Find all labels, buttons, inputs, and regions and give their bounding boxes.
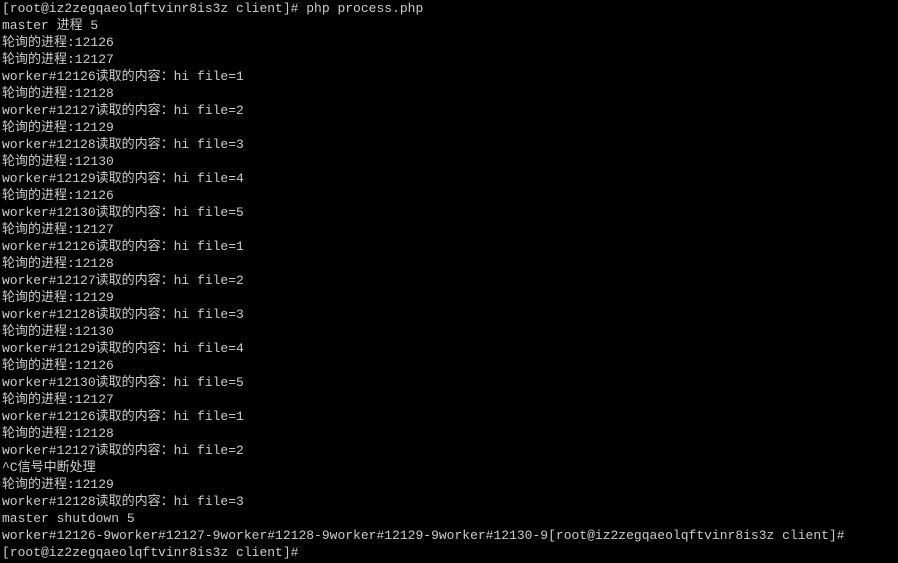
terminal-line: 轮询的进程:12128: [2, 86, 114, 101]
terminal-line: 轮询的进程:12127: [2, 52, 114, 67]
terminal-line: 轮询的进程:12129: [2, 120, 114, 135]
terminal-line: worker#12127读取的内容：hi file=2: [2, 443, 244, 458]
terminal-line: 轮询的进程:12130: [2, 324, 114, 339]
terminal-line: worker#12126读取的内容：hi file=1: [2, 239, 244, 254]
terminal-line: 轮询的进程:12130: [2, 154, 114, 169]
terminal-line: worker#12129读取的内容：hi file=4: [2, 341, 244, 356]
terminal-line: ^C信号中断处理: [2, 460, 96, 475]
terminal-line: worker#12126-9worker#12127-9worker#12128…: [2, 528, 845, 543]
terminal-line: 轮询的进程:12127: [2, 392, 114, 407]
terminal-line: 轮询的进程:12128: [2, 426, 114, 441]
terminal-line: master shutdown 5: [2, 511, 135, 526]
terminal-line: worker#12126读取的内容：hi file=1: [2, 69, 244, 84]
terminal-line: worker#12130读取的内容：hi file=5: [2, 375, 244, 390]
terminal-output[interactable]: [root@iz2zegqaeolqftvinr8is3z client]# p…: [0, 0, 898, 563]
terminal-line: 轮询的进程:12126: [2, 35, 114, 50]
terminal-line: worker#12128读取的内容：hi file=3: [2, 137, 244, 152]
terminal-line: worker#12130读取的内容：hi file=5: [2, 205, 244, 220]
terminal-line: worker#12127读取的内容：hi file=2: [2, 103, 244, 118]
terminal-line: worker#12128读取的内容：hi file=3: [2, 494, 244, 509]
terminal-line: worker#12129读取的内容：hi file=4: [2, 171, 244, 186]
terminal-line: 轮询的进程:12127: [2, 222, 114, 237]
terminal-line: [root@iz2zegqaeolqftvinr8is3z client]#: [2, 545, 298, 560]
terminal-line: 轮询的进程:12126: [2, 358, 114, 373]
terminal-line: 轮询的进程:12128: [2, 256, 114, 271]
terminal-line: worker#12126读取的内容：hi file=1: [2, 409, 244, 424]
terminal-line: 轮询的进程:12126: [2, 188, 114, 203]
terminal-line: master 进程 5: [2, 18, 98, 33]
terminal-line: 轮询的进程:12129: [2, 290, 114, 305]
terminal-line: worker#12128读取的内容：hi file=3: [2, 307, 244, 322]
terminal-line: [root@iz2zegqaeolqftvinr8is3z client]# p…: [2, 1, 423, 16]
terminal-line: 轮询的进程:12129: [2, 477, 114, 492]
terminal-line: worker#12127读取的内容：hi file=2: [2, 273, 244, 288]
